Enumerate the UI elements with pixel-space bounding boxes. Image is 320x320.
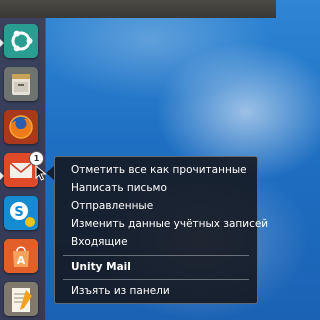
menu-item-unlock-from-launcher[interactable]: Изъять из панели [71, 283, 253, 300]
menu-item-edit-accounts[interactable]: Изменить данные учётных записей [71, 216, 268, 233]
menu-item-inbox[interactable]: Входящие [71, 234, 253, 251]
unread-count-badge: 1 [29, 151, 44, 166]
menu-pointer [46, 166, 54, 180]
launcher-item-text-editor[interactable] [4, 282, 38, 316]
menu-separator [63, 255, 249, 256]
launcher-item-files[interactable] [4, 67, 38, 101]
menu-item-compose[interactable]: Написать письмо [71, 180, 253, 197]
launcher-item-skype[interactable]: S [4, 196, 38, 230]
shopping-bag-icon: A [4, 239, 38, 273]
launcher-item-firefox[interactable] [4, 110, 38, 144]
launcher-quicklist-menu: Отметить все как прочитанные Написать пи… [54, 156, 268, 304]
menu-item-sent[interactable]: Отправленные [71, 198, 253, 215]
launcher-item-software-center[interactable]: A [4, 239, 38, 273]
notepad-icon [4, 282, 38, 316]
menu-app-title[interactable]: Unity Mail [71, 259, 253, 276]
menu-item-mark-all-read[interactable]: Отметить все как прочитанные [71, 162, 253, 179]
firefox-icon [4, 110, 38, 144]
ubuntu-logo-icon [4, 24, 38, 58]
svg-text:A: A [17, 254, 26, 267]
svg-text:S: S [14, 205, 23, 220]
menu-separator [63, 279, 249, 280]
file-cabinet-icon [4, 67, 38, 101]
skype-icon: S [4, 196, 38, 230]
launcher-item-dash[interactable] [4, 24, 38, 58]
top-panel [0, 0, 276, 18]
